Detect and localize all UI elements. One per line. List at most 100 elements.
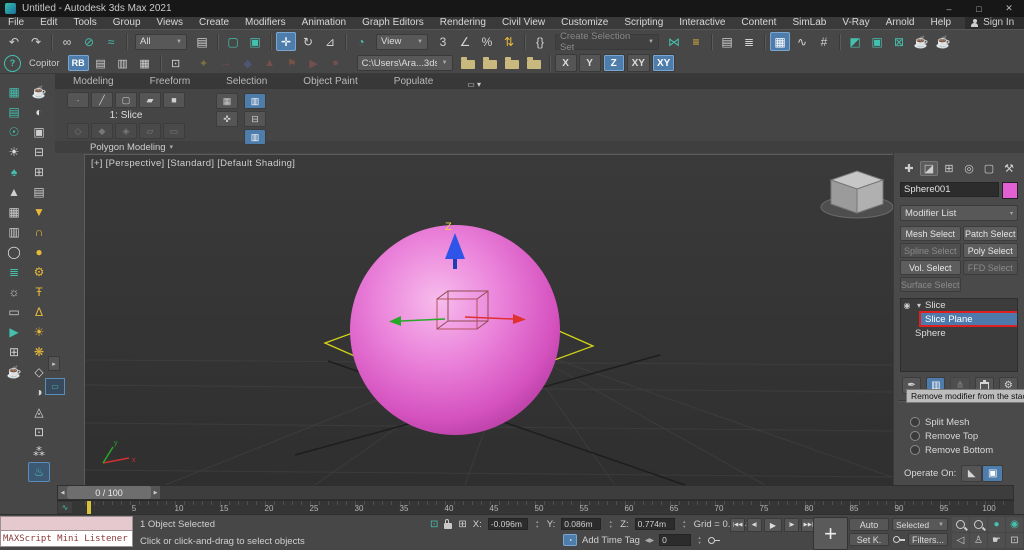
key-filters-icon[interactable]: [893, 536, 900, 543]
current-frame-marker[interactable]: [87, 501, 91, 514]
orbit-icon[interactable]: ◐: [28, 102, 50, 122]
ring-icon[interactable]: ◯: [3, 242, 25, 262]
camera-box-icon[interactable]: ▣: [28, 122, 50, 142]
menu-item[interactable]: Group: [105, 17, 149, 29]
utilities-tab-icon[interactable]: ⚒: [1000, 161, 1018, 176]
dome-light-icon[interactable]: ∩: [28, 222, 50, 242]
menu-item[interactable]: Interactive: [671, 17, 733, 29]
stack-row-slice[interactable]: ◉ ▾ Slice: [901, 299, 1017, 312]
ribbon-tool-icon-4[interactable]: ⊟: [244, 111, 266, 127]
field-of-view-icon[interactable]: ◁: [952, 533, 969, 548]
poly-tool-icon-4[interactable]: ▱: [139, 123, 161, 139]
menu-item[interactable]: Tools: [65, 17, 104, 29]
spinner[interactable]: [607, 518, 614, 530]
plugin-icon-3[interactable]: ◆: [238, 55, 258, 71]
operate-on-face-button[interactable]: ◣: [961, 465, 982, 482]
time-tag-icon[interactable]: ◔: [563, 534, 577, 546]
spinner[interactable]: [681, 518, 688, 530]
fire-plant-icon[interactable]: ♨: [28, 462, 50, 482]
element-mode-icon[interactable]: ■: [163, 92, 185, 108]
operate-on-solid-button[interactable]: ▣: [982, 465, 1003, 482]
named-selection-set-select[interactable]: Create Selection Set▼: [555, 34, 659, 50]
frame-step-icon[interactable]: ◀▶: [645, 537, 654, 544]
poly-tool-icon-2[interactable]: ◆: [91, 123, 113, 139]
mountain-icon[interactable]: ▲: [3, 182, 25, 202]
film-camera-icon[interactable]: ▤: [28, 182, 50, 202]
y-coord-field[interactable]: 0.086m: [561, 518, 601, 530]
z-coord-field[interactable]: 0.774m: [635, 518, 675, 530]
viewport-label[interactable]: [+] [Perspective] [Standard] [Default Sh…: [91, 158, 295, 169]
plant-board-icon[interactable]: ▥: [3, 222, 25, 242]
tab-object-paint[interactable]: Object Paint: [285, 74, 375, 89]
auto-key-button[interactable]: Auto: [849, 518, 889, 531]
project-path-select[interactable]: C:\Users\Ara...3ds Max 2021▼: [357, 55, 453, 71]
go-to-start-button[interactable]: |◀◀: [730, 518, 745, 532]
select-and-scale-icon[interactable]: ⊿: [320, 32, 340, 51]
bind-to-space-warp-icon[interactable]: ≈: [101, 32, 121, 51]
selection-filter-select[interactable]: All▼: [135, 34, 187, 50]
menu-item[interactable]: Customize: [553, 17, 616, 29]
viewport-layout-tab[interactable]: ▭: [45, 378, 65, 395]
visibility-icon[interactable]: ◉: [901, 301, 913, 310]
macro-recorder-pane[interactable]: [0, 516, 133, 531]
modifier-button[interactable]: Surface Select: [900, 277, 961, 292]
tree-board-icon[interactable]: ▦: [3, 202, 25, 222]
percent-snap-icon[interactable]: %: [477, 32, 497, 51]
tab-freeform[interactable]: Freeform: [132, 74, 209, 89]
menu-item[interactable]: Graph Editors: [354, 17, 432, 29]
sun-light-icon[interactable]: ☀: [3, 142, 25, 162]
stack-row-slice-plane[interactable]: Slice Plane: [921, 313, 1017, 325]
select-and-link-icon[interactable]: ∞: [57, 32, 77, 51]
lamp-icon[interactable]: Ŧ: [28, 282, 50, 302]
mini-curve-editor-button[interactable]: ∿: [58, 502, 72, 513]
render-setup-icon[interactable]: ▣: [867, 32, 887, 51]
use-center-icon[interactable]: ◔: [351, 32, 371, 51]
teapot-outline-icon[interactable]: ☕: [3, 362, 25, 382]
ribbon-tool-icon-2[interactable]: ✜: [216, 111, 238, 127]
time-slider-next-button[interactable]: ▶: [151, 486, 160, 499]
window-tool-icon-2[interactable]: ▥: [113, 55, 133, 71]
toggle-scene-explorer-icon[interactable]: ▤: [717, 32, 737, 51]
render-iterative-icon[interactable]: ☕: [933, 32, 953, 51]
film-monitor-icon[interactable]: ⊞: [28, 162, 50, 182]
sun-icon[interactable]: ☀: [28, 322, 50, 342]
spinner-snap-icon[interactable]: ⇅: [499, 32, 519, 51]
spinner[interactable]: [696, 534, 703, 546]
maximize-viewport-toggle-icon[interactable]: ⊡: [1006, 533, 1023, 548]
absolute-mode-toggle-icon[interactable]: ⊞: [458, 519, 466, 530]
play-frame-icon[interactable]: ▶: [3, 322, 25, 342]
terrain-icon[interactable]: ◬: [28, 402, 50, 422]
menu-item[interactable]: V-Ray: [834, 17, 877, 29]
unlink-selection-icon[interactable]: ⊘: [79, 32, 99, 51]
time-slider-handle[interactable]: 0 / 100: [67, 486, 151, 499]
set-key-mode-button[interactable]: Set K.: [849, 533, 889, 546]
gear-icon[interactable]: ⚙: [28, 262, 50, 282]
sign-in-button[interactable]: Sign In ▼: [965, 17, 1024, 29]
slice-option-radio[interactable]: Remove Bottom: [894, 443, 1024, 457]
light-bulb-icon[interactable]: ☉: [3, 122, 25, 142]
modifier-list-select[interactable]: Modifier List ▾: [900, 205, 1018, 221]
zoom-extents-icon[interactable]: ●: [988, 517, 1005, 532]
teapot-icon[interactable]: ☕: [28, 82, 50, 102]
set-keys-button[interactable]: +: [813, 517, 848, 550]
sphere-light-icon[interactable]: ●: [28, 242, 50, 262]
modifier-button[interactable]: Vol. Select: [900, 260, 961, 275]
tab-populate[interactable]: Populate: [376, 74, 451, 89]
axis-xy-button[interactable]: XY: [627, 54, 650, 72]
folder-icon-4[interactable]: [524, 55, 544, 71]
plugin-icon-2[interactable]: →: [216, 55, 236, 71]
camera-add-icon[interactable]: ▤: [3, 102, 25, 122]
minimize-button[interactable]: –: [934, 0, 964, 17]
sunburst-icon[interactable]: ❋: [28, 342, 50, 362]
window-tool-icon-1[interactable]: ▤: [91, 55, 111, 71]
viewport-canvas[interactable]: Z x y: [85, 155, 893, 485]
spot-light-icon[interactable]: ▼: [28, 202, 50, 222]
toggle-ribbon-icon[interactable]: ▦: [770, 32, 790, 51]
ribbon-panel-footer[interactable]: Polygon Modeling ▾: [55, 141, 1024, 153]
hierarchy-tab-icon[interactable]: ⊞: [940, 161, 958, 176]
display-tab-icon[interactable]: ▢: [980, 161, 998, 176]
material-editor-icon[interactable]: ◩: [845, 32, 865, 51]
maximize-button[interactable]: □: [964, 0, 994, 17]
modifier-button[interactable]: Spline Select: [900, 243, 961, 258]
window-crossing-icon[interactable]: ▣: [245, 32, 265, 51]
